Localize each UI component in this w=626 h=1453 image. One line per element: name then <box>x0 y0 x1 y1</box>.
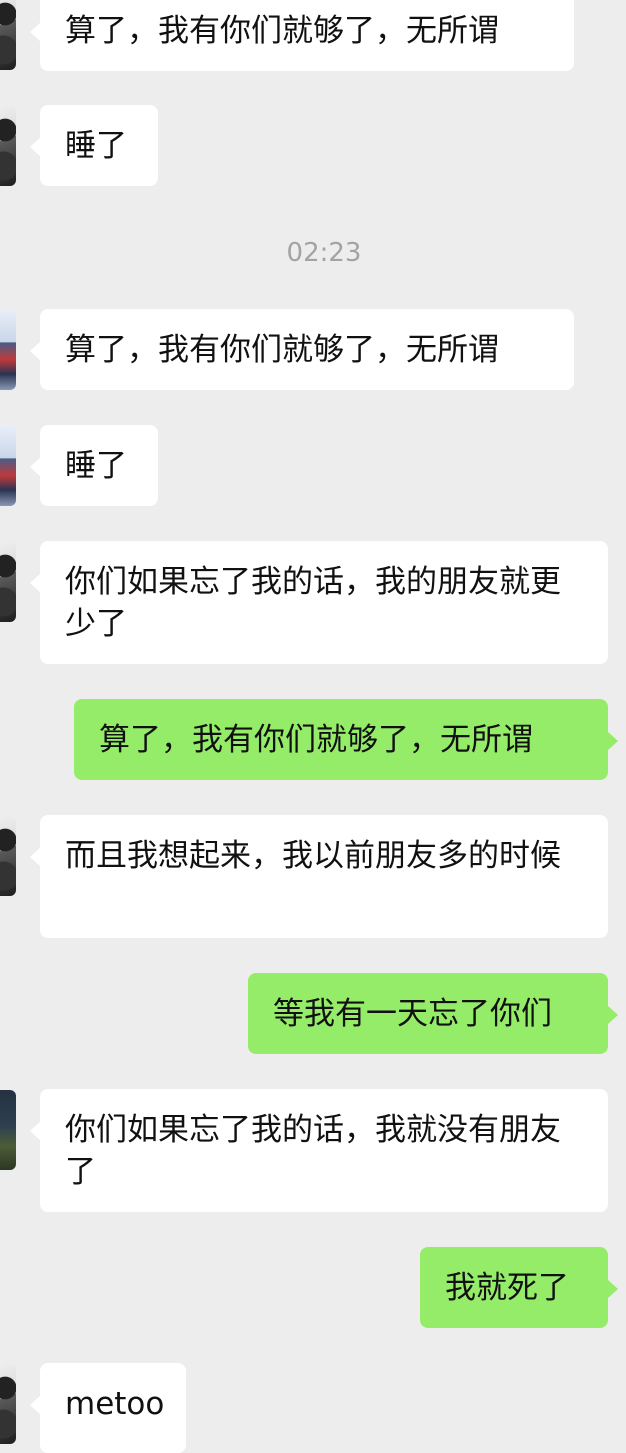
tree-avatar[interactable] <box>0 1090 16 1170</box>
panda-avatar[interactable] <box>0 106 16 186</box>
chat-timestamp: 02:23 <box>286 238 362 268</box>
incoming-message-bubble[interactable]: 算了，我有你们就够了，无所谓 <box>30 0 574 71</box>
message-text: 算了，我有你们就够了，无所谓 <box>99 722 533 758</box>
message-text: 算了，我有你们就够了，无所谓 <box>65 332 499 368</box>
outgoing-message-bubble[interactable]: 等我有一天忘了你们 <box>248 973 618 1054</box>
message-text: 睡了 <box>65 128 127 164</box>
panda-avatar[interactable] <box>0 816 16 896</box>
photo-avatar[interactable] <box>0 310 16 390</box>
outgoing-message-bubble[interactable]: 算了，我有你们就够了，无所谓 <box>74 699 618 780</box>
message-text: 你们如果忘了我的话，我就没有朋友了 <box>65 1112 561 1190</box>
message-text: metoo <box>65 1386 165 1422</box>
message-text: 你们如果忘了我的话，我的朋友就更少了 <box>65 564 561 642</box>
message-text: 我就死了 <box>445 1270 569 1306</box>
message-text: 算了，我有你们就够了，无所谓 <box>65 13 499 49</box>
incoming-message-bubble[interactable]: 而且我想起来，我以前朋友多的时候 <box>30 815 608 938</box>
message-text: 睡了 <box>65 448 127 484</box>
incoming-message-bubble[interactable]: metoo <box>30 1363 186 1453</box>
incoming-message-bubble[interactable]: 你们如果忘了我的话，我的朋友就更少了 <box>30 541 608 664</box>
message-text: 而且我想起来，我以前朋友多的时候 <box>65 838 561 874</box>
message-text: 等我有一天忘了你们 <box>273 996 552 1032</box>
incoming-message-bubble[interactable]: 你们如果忘了我的话，我就没有朋友了 <box>30 1089 608 1212</box>
incoming-message-bubble[interactable]: 算了，我有你们就够了，无所谓 <box>30 309 574 390</box>
incoming-message-bubble[interactable]: 睡了 <box>30 105 158 186</box>
panda-avatar[interactable] <box>0 542 16 622</box>
panda-avatar[interactable] <box>0 0 16 70</box>
incoming-message-bubble[interactable]: 睡了 <box>30 425 158 506</box>
outgoing-message-bubble[interactable]: 我就死了 <box>420 1247 618 1328</box>
photo-avatar[interactable] <box>0 426 16 506</box>
panda-avatar[interactable] <box>0 1364 16 1444</box>
